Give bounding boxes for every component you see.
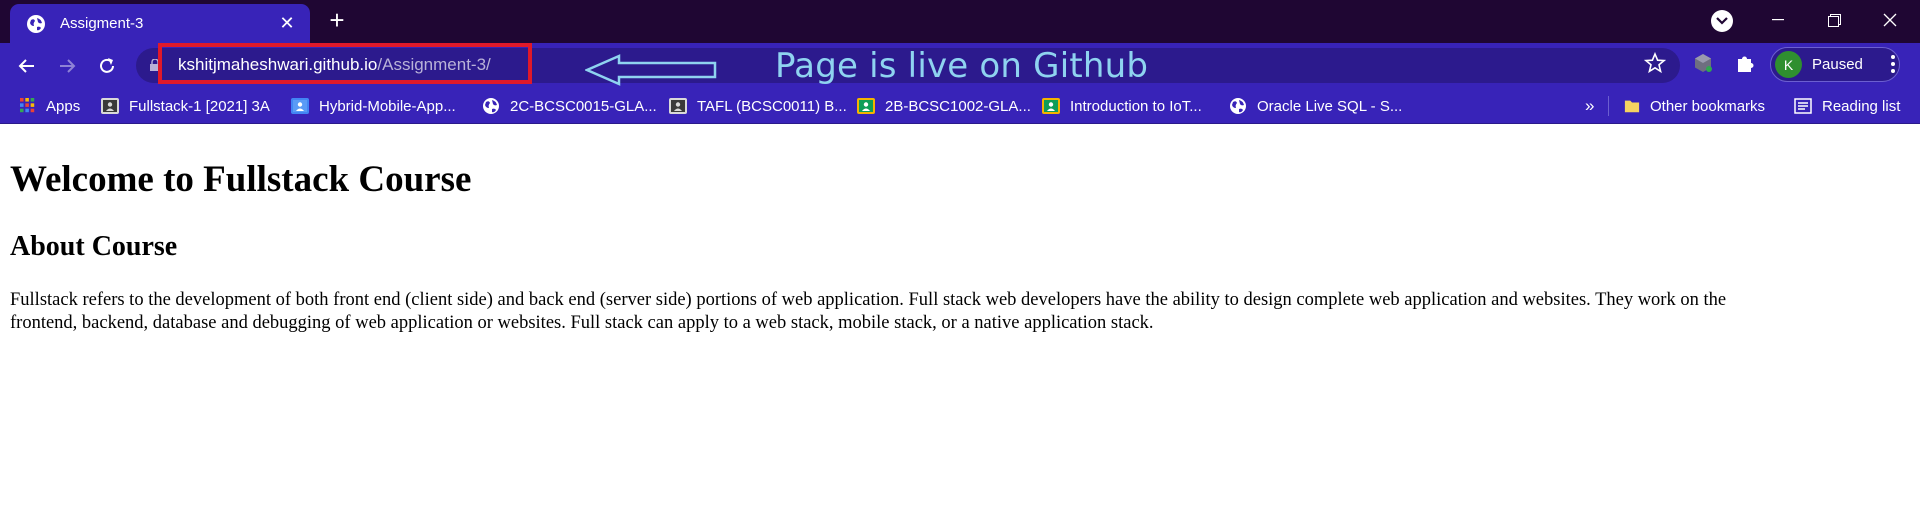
bookmark-item[interactable]: Oracle Live SQL - S... — [1229, 95, 1402, 117]
avatar: K — [1775, 51, 1802, 78]
globe-icon — [27, 14, 45, 33]
profile-button[interactable]: K Paused — [1770, 47, 1900, 82]
bookmark-label: Introduction to IoT... — [1070, 97, 1202, 115]
url-text[interactable]: kshitjmaheshwari.github.io/Assignment-3/ — [178, 55, 491, 75]
extension-icon[interactable] — [1692, 52, 1714, 74]
folder-icon — [1624, 100, 1640, 113]
bookmark-label: 2B-BCSC1002-GLA... — [885, 97, 1031, 115]
bookmark-label: Reading list — [1822, 97, 1901, 115]
bookmark-item[interactable]: Fullstack-1 [2021] 3A — [101, 95, 270, 117]
bookmarks-divider — [1608, 96, 1609, 116]
bookmarks-bar: Apps Fullstack-1 [2021] 3A Hybrid-Mobile… — [0, 88, 1920, 124]
tab-search-icon[interactable] — [1711, 10, 1733, 32]
reload-icon — [100, 58, 114, 73]
forward-arrow-icon — [60, 59, 76, 73]
restore-button[interactable] — [1806, 0, 1862, 40]
url-path: /Assignment-3/ — [377, 55, 491, 74]
extensions-puzzle-icon[interactable] — [1734, 52, 1756, 74]
new-tab-button[interactable]: + — [322, 6, 352, 36]
page-heading: Welcome to Fullstack Course — [10, 159, 472, 200]
close-window-button[interactable] — [1862, 0, 1918, 40]
bookmark-item[interactable]: 2B-BCSC1002-GLA... — [857, 95, 1031, 117]
course-description: Fullstack refers to the development of b… — [10, 289, 1910, 335]
annotation-text: Page is live on Github — [775, 46, 1149, 86]
other-bookmarks[interactable]: Other bookmarks — [1624, 95, 1765, 117]
bookmark-label: Hybrid-Mobile-App... — [319, 97, 456, 115]
bookmark-star-icon[interactable] — [1644, 52, 1666, 74]
description-line: Fullstack refers to the development of b… — [10, 290, 1727, 310]
more-bookmarks-button[interactable]: » — [1585, 95, 1594, 117]
apps-grid-icon — [20, 98, 35, 113]
page-subheading: About Course — [10, 231, 178, 262]
classroom-icon — [101, 98, 119, 114]
browser-tab[interactable]: Assigment-3 ✕ — [10, 4, 310, 43]
globe-icon — [1230, 98, 1246, 114]
bookmark-item[interactable]: TAFL (BCSC0011) B... — [669, 95, 847, 117]
classroom-icon — [291, 98, 309, 114]
bookmark-item[interactable]: Introduction to IoT... — [1042, 95, 1202, 117]
back-arrow-icon — [18, 59, 34, 73]
reload-button[interactable] — [90, 49, 124, 83]
description-line: frontend, backend, database and debuggin… — [10, 313, 1154, 333]
tab-close-icon[interactable]: ✕ — [272, 9, 302, 39]
url-host: kshitjmaheshwari.github.io — [178, 55, 378, 74]
annotation-arrow-icon — [585, 54, 717, 86]
classroom-icon — [1042, 98, 1060, 114]
bookmark-label: Oracle Live SQL - S... — [1257, 97, 1403, 115]
bookmark-apps[interactable]: Apps — [20, 95, 80, 117]
bookmark-label: TAFL (BCSC0011) B... — [697, 97, 847, 115]
bookmark-item[interactable]: Hybrid-Mobile-App... — [291, 95, 456, 117]
title-bar: Assigment-3 ✕ + — [0, 0, 1920, 43]
profile-status: Paused — [1812, 56, 1863, 73]
forward-button[interactable] — [50, 49, 84, 83]
bookmark-item[interactable]: 2C-BCSC0015-GLA... — [482, 95, 657, 117]
tab-title: Assigment-3 — [60, 15, 144, 32]
web-page-content: Welcome to Fullstack Course About Course… — [0, 125, 1920, 507]
reading-list-icon — [1794, 98, 1812, 114]
back-button[interactable] — [10, 49, 44, 83]
bookmark-label: Fullstack-1 [2021] 3A — [129, 97, 270, 115]
more-menu-icon[interactable] — [1886, 52, 1900, 76]
bookmark-label: 2C-BCSC0015-GLA... — [510, 97, 657, 115]
reading-list[interactable]: Reading list — [1794, 95, 1900, 117]
bookmark-label: Apps — [46, 97, 81, 115]
classroom-icon — [669, 98, 687, 114]
globe-icon — [483, 98, 499, 114]
classroom-icon — [857, 98, 875, 114]
bookmark-label: Other bookmarks — [1650, 97, 1766, 115]
minimize-button[interactable] — [1750, 0, 1806, 40]
